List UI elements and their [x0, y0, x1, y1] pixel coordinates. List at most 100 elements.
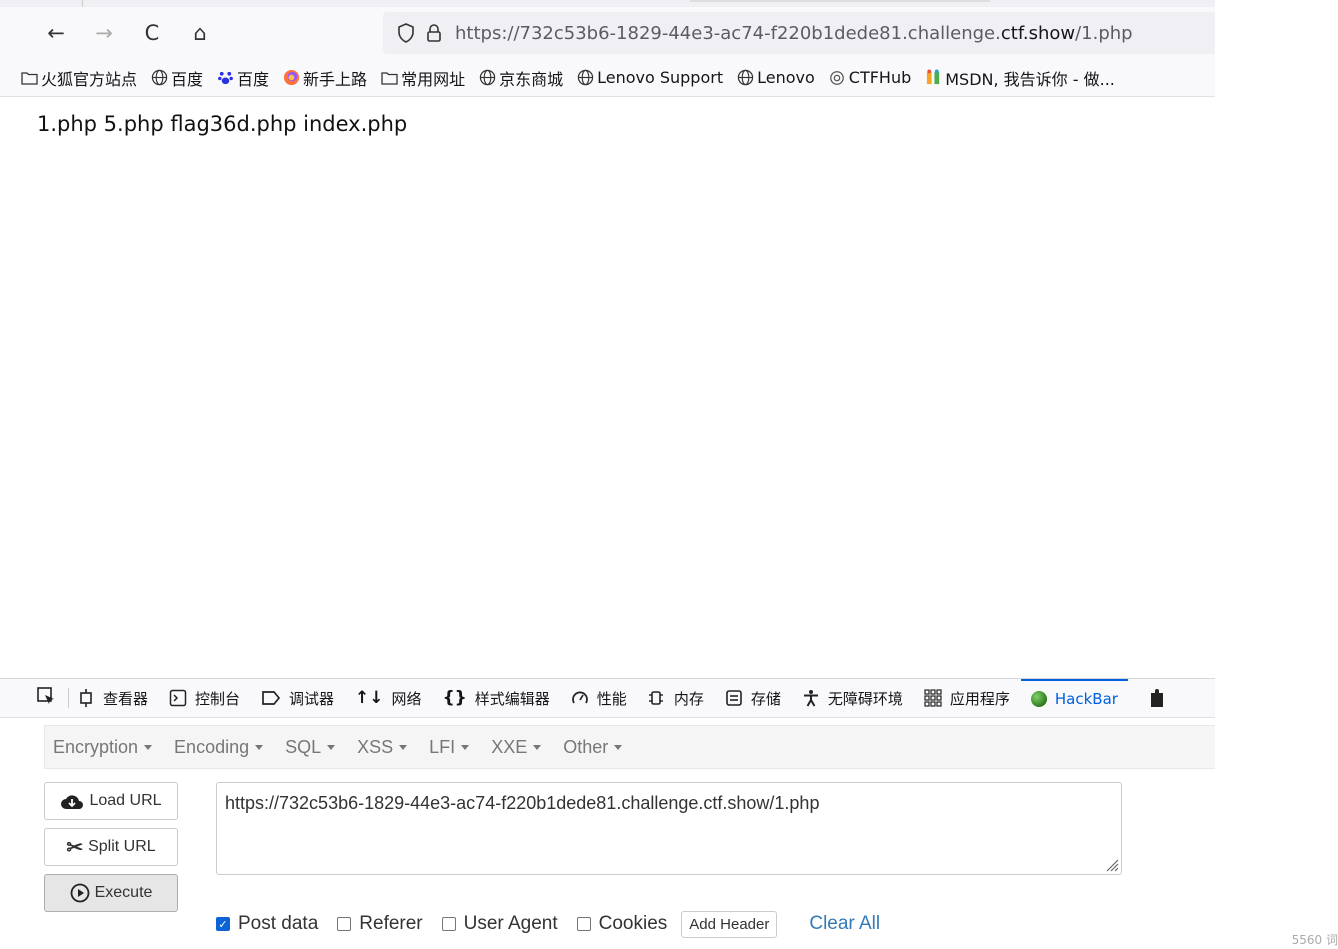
resize-grip-icon[interactable]: [1105, 858, 1119, 872]
execute-label: Execute: [94, 884, 153, 901]
cookies-checkbox[interactable]: [576, 917, 591, 931]
split-url-button[interactable]: ✂ Split URL: [44, 828, 178, 866]
bookmark-label: CTFHub: [848, 68, 912, 87]
shield-icon[interactable]: [395, 23, 417, 43]
page-content: 1.php 5.php flag36d.php index.php: [0, 98, 1215, 678]
menu-label: SQL: [285, 736, 322, 757]
back-button[interactable]: ←: [38, 15, 74, 51]
tab-console[interactable]: 控制台: [169, 679, 240, 717]
tab-hint: [690, 0, 990, 2]
bookmark-label: 百度: [171, 69, 204, 89]
tab-memory[interactable]: 内存: [648, 679, 704, 717]
bookmark-ctfhub[interactable]: CTFHub: [828, 68, 911, 87]
menu-encoding[interactable]: Encoding: [174, 737, 264, 758]
navigation-toolbar: ← → C ⌂ https://732c53b6-1829-44e3-ac74-…: [0, 7, 1215, 59]
tab-label: 调试器: [289, 689, 335, 708]
globe-icon: [576, 69, 594, 87]
devtools-panel: 查看器 控制台 调试器 ↑↓ 网络 {} 样式编辑器 性能 内存 存储 无障碍环…: [0, 678, 1216, 949]
tab-divider: [82, 0, 83, 7]
forward-button[interactable]: →: [86, 15, 122, 51]
toolbar-divider: [68, 688, 69, 708]
reload-icon: C: [144, 21, 160, 45]
post-data-label: Post data: [238, 913, 319, 934]
tab-debugger[interactable]: 调试器: [261, 679, 334, 717]
tab-application[interactable]: 应用程序: [924, 679, 1010, 717]
devtools-tab-bar: 查看器 控制台 调试器 ↑↓ 网络 {} 样式编辑器 性能 内存 存储 无障碍环…: [0, 679, 1215, 718]
caret-down-icon: [255, 745, 264, 751]
load-url-button[interactable]: Load URL: [44, 782, 178, 820]
bookmark-lenovo-support[interactable]: Lenovo Support: [576, 68, 723, 87]
tab-label: 应用程序: [949, 689, 1010, 708]
add-header-button[interactable]: Add Header: [681, 910, 778, 938]
debugger-icon: [261, 690, 281, 706]
menu-sql[interactable]: SQL: [285, 736, 336, 758]
bookmarks-toolbar: 火狐官方站点 百度 百度 新手上路 常用网址 京东商城 Lenovo Suppo…: [0, 59, 1215, 97]
clear-all-link[interactable]: Clear All: [809, 913, 880, 935]
bookmark-label: 火狐官方站点: [41, 69, 138, 89]
reload-button[interactable]: C: [134, 15, 170, 51]
referer-option[interactable]: Referer: [337, 913, 423, 935]
tab-accessibility[interactable]: 无障碍环境: [802, 679, 903, 717]
element-picker-icon: [36, 686, 56, 711]
bookmark-getting-started[interactable]: 新手上路: [282, 66, 367, 90]
post-data-checkbox[interactable]: ✓: [216, 917, 230, 931]
bookmark-baidu-1[interactable]: 百度: [150, 66, 203, 90]
cloud-download-icon: [60, 793, 84, 810]
referer-checkbox[interactable]: [337, 917, 352, 931]
url-textarea[interactable]: https://732c53b6-1829-44e3-ac74-f220b1de…: [216, 782, 1122, 875]
lock-icon[interactable]: [423, 23, 445, 43]
tab-inspector[interactable]: 查看器: [77, 679, 148, 717]
caret-down-icon: [327, 745, 336, 751]
element-picker-button[interactable]: [32, 684, 60, 712]
cookies-label: Cookies: [598, 913, 668, 934]
tab-label: 内存: [673, 689, 704, 708]
memory-icon: [648, 689, 666, 707]
bookmark-msdn[interactable]: MSDN, 我告诉你 - 做...: [924, 66, 1115, 90]
tab-performance[interactable]: 性能: [571, 679, 627, 717]
menu-xxe[interactable]: XXE: [491, 737, 542, 758]
browser-window: ← → C ⌂ https://732c53b6-1829-44e3-ac74-…: [0, 0, 1216, 949]
url-textarea-value: https://732c53b6-1829-44e3-ac74-f220b1de…: [225, 793, 820, 813]
caret-down-icon: [614, 745, 623, 751]
url-text[interactable]: https://732c53b6-1829-44e3-ac74-f220b1de…: [455, 23, 1133, 44]
tab-overflow[interactable]: [1149, 679, 1171, 717]
user-agent-checkbox[interactable]: [441, 917, 456, 931]
menu-lfi[interactable]: LFI: [429, 737, 470, 758]
bookmark-lenovo[interactable]: Lenovo: [736, 68, 815, 87]
bookmark-baidu-2[interactable]: 百度: [216, 66, 269, 90]
bookmark-label: 百度: [237, 69, 270, 89]
tab-network[interactable]: ↑↓ 网络: [355, 679, 422, 717]
home-icon: ⌂: [193, 21, 207, 45]
hackbar-menu: Encryption Encoding SQL XSS LFI XXE Othe…: [44, 725, 1216, 769]
globe-icon: [150, 69, 168, 87]
tab-hackbar[interactable]: HackBar: [1020, 679, 1128, 717]
msdn-icon: [924, 69, 942, 87]
user-agent-option[interactable]: User Agent: [441, 913, 558, 935]
back-arrow-icon: ←: [47, 21, 65, 45]
network-icon: ↑↓: [355, 688, 384, 708]
console-icon: [169, 689, 187, 707]
tab-label: 性能: [596, 689, 627, 708]
menu-xss[interactable]: XSS: [357, 737, 408, 758]
bookmark-label: 京东商城: [499, 69, 564, 89]
storage-icon: [725, 689, 743, 707]
url-domain: ctf.show: [1000, 22, 1076, 44]
url-bar[interactable]: https://732c53b6-1829-44e3-ac74-f220b1de…: [383, 12, 1215, 54]
bookmark-firefox-official[interactable]: 火狐官方站点: [20, 66, 137, 90]
caret-down-icon: [144, 745, 153, 751]
bookmark-common-sites[interactable]: 常用网址: [380, 66, 465, 90]
tab-storage[interactable]: 存储: [725, 679, 781, 717]
tab-style-editor[interactable]: {} 样式编辑器: [443, 679, 550, 717]
execute-button[interactable]: Execute: [44, 874, 178, 912]
hackbar-icon: [1030, 691, 1047, 707]
cookies-option[interactable]: Cookies: [576, 913, 668, 935]
application-icon: [924, 689, 942, 707]
puzzle-icon: [1149, 689, 1163, 707]
menu-encryption[interactable]: Encryption: [53, 737, 153, 758]
bookmark-label: 常用网址: [401, 69, 466, 89]
post-data-option[interactable]: ✓ Post data: [216, 913, 318, 935]
menu-other[interactable]: Other: [563, 737, 623, 758]
tab-label: 网络: [391, 689, 422, 708]
home-button[interactable]: ⌂: [182, 15, 218, 51]
bookmark-jd[interactable]: 京东商城: [478, 66, 563, 90]
